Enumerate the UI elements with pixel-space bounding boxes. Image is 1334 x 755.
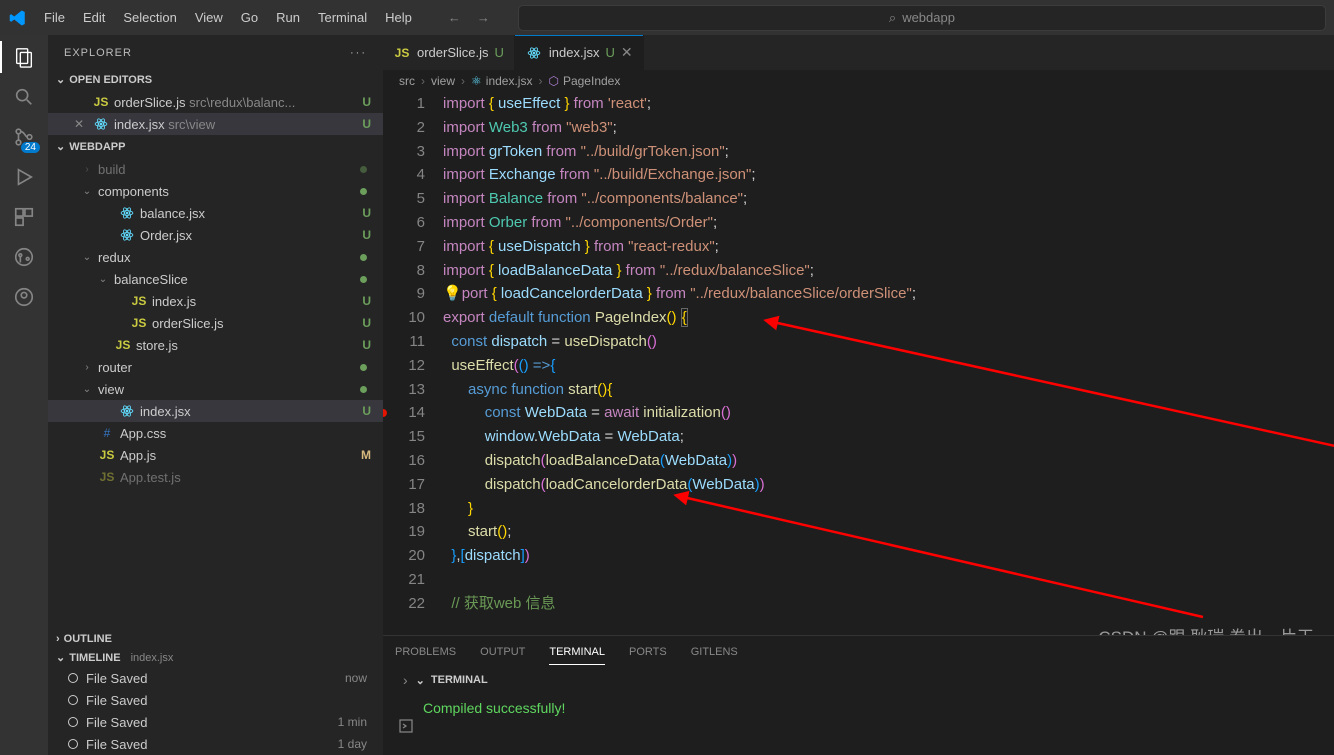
panel-tab[interactable]: PORTS xyxy=(629,640,667,664)
titlebar: File Edit Selection View Go Run Terminal… xyxy=(0,0,1334,35)
explorer-title: EXPLORER xyxy=(64,47,132,59)
git-icon[interactable] xyxy=(10,243,38,271)
account-icon[interactable] xyxy=(10,283,38,311)
tree-item[interactable]: ›build xyxy=(48,158,383,180)
panel-tab[interactable]: PROBLEMS xyxy=(395,640,456,664)
panel-tabs: PROBLEMS OUTPUT TERMINAL PORTS GITLENS xyxy=(383,636,1334,668)
tree-item[interactable]: ⌄balanceSlice xyxy=(48,268,383,290)
menu-selection[interactable]: Selection xyxy=(115,4,184,31)
timeline-item[interactable]: File Savednow xyxy=(48,667,383,689)
tree-item[interactable]: JSorderSlice.jsU xyxy=(48,312,383,334)
menu-file[interactable]: File xyxy=(36,4,73,31)
bottom-panel: PROBLEMS OUTPUT TERMINAL PORTS GITLENS › ⌄TE… xyxy=(383,635,1334,755)
timeline-header[interactable]: ⌄TIMELINE index.jsx xyxy=(48,648,383,667)
watermark: CSDN @跟 耿瑞 卷出一片天 xyxy=(1098,626,1314,635)
forward-icon[interactable]: → xyxy=(477,10,490,25)
tree-item[interactable]: ⌄view xyxy=(48,378,383,400)
tree-item[interactable]: ⌄redux xyxy=(48,246,383,268)
activity-bar: 24 xyxy=(0,35,48,755)
terminal-output: Compiled successfully! xyxy=(403,700,1314,716)
timeline-item[interactable]: File Saved xyxy=(48,689,383,711)
open-editor-item[interactable]: ✕index.jsx src\viewU xyxy=(48,113,383,135)
vscode-logo-icon xyxy=(8,8,28,28)
panel-tab[interactable]: GITLENS xyxy=(691,640,738,664)
editor-group: JSorderSlice.jsUindex.jsxU✕ src›view›⚛in… xyxy=(383,35,1334,755)
search-box[interactable]: ⌕ webdapp xyxy=(518,5,1326,31)
debug-icon[interactable] xyxy=(10,163,38,191)
tree-item[interactable]: JSstore.jsU xyxy=(48,334,383,356)
nav-arrows: ← → xyxy=(448,10,490,25)
back-icon[interactable]: ← xyxy=(448,10,461,25)
tree-item[interactable]: Order.jsxU xyxy=(48,224,383,246)
extensions-icon[interactable] xyxy=(10,203,38,231)
tree-item[interactable]: JSindex.jsU xyxy=(48,290,383,312)
workspace-header[interactable]: ⌄WEBDAPP xyxy=(48,137,383,156)
menu-help[interactable]: Help xyxy=(377,4,420,31)
menu-edit[interactable]: Edit xyxy=(75,4,113,31)
tree-item[interactable]: JSApp.test.js xyxy=(48,466,383,488)
tree-item[interactable]: ⌄components xyxy=(48,180,383,202)
search-icon: ⌕ xyxy=(889,10,896,26)
sidebar: EXPLORER ··· ⌄OPEN EDITORS JSorderSlice.… xyxy=(48,35,383,755)
editor-tab[interactable]: index.jsxU✕ xyxy=(515,35,644,70)
open-editors-header[interactable]: ⌄OPEN EDITORS xyxy=(48,70,383,89)
timeline-item[interactable]: File Saved1 day xyxy=(48,733,383,755)
tree-item[interactable]: balance.jsxU xyxy=(48,202,383,224)
menu-go[interactable]: Go xyxy=(233,4,266,31)
scm-icon[interactable]: 24 xyxy=(10,123,38,151)
menubar: File Edit Selection View Go Run Terminal… xyxy=(36,4,420,31)
tree-item[interactable]: index.jsxU xyxy=(48,400,383,422)
explorer-icon[interactable] xyxy=(10,43,38,71)
breadcrumbs[interactable]: src›view›⚛index.jsx›⬡PageIndex xyxy=(383,70,1334,92)
menu-view[interactable]: View xyxy=(187,4,231,31)
tree-item[interactable]: JSApp.jsM xyxy=(48,444,383,466)
code-editor[interactable]: 12345678910111213141516171819202122 impo… xyxy=(383,92,1334,635)
menu-terminal[interactable]: Terminal xyxy=(310,4,375,31)
open-editor-item[interactable]: JSorderSlice.js src\redux\balanc...U xyxy=(48,91,383,113)
tree-item[interactable]: ›router xyxy=(48,356,383,378)
timeline-item[interactable]: File Saved1 min xyxy=(48,711,383,733)
outline-header[interactable]: ›OUTLINE xyxy=(48,630,383,648)
editor-tab[interactable]: JSorderSlice.jsU xyxy=(383,35,515,70)
search-sidebar-icon[interactable] xyxy=(10,83,38,111)
more-icon[interactable]: ··· xyxy=(350,47,367,59)
sidebar-header: EXPLORER ··· xyxy=(48,35,383,70)
scm-badge: 24 xyxy=(21,142,40,153)
panel-tab[interactable]: TERMINAL xyxy=(549,640,605,665)
panel-tab[interactable]: OUTPUT xyxy=(480,640,525,664)
menu-run[interactable]: Run xyxy=(268,4,308,31)
tree-item[interactable]: #App.css xyxy=(48,422,383,444)
search-text: webdapp xyxy=(902,10,955,25)
terminal-body[interactable]: › ⌄TERMINAL Compiled successfully! xyxy=(383,668,1334,755)
editor-tabs: JSorderSlice.jsUindex.jsxU✕ xyxy=(383,35,1334,70)
